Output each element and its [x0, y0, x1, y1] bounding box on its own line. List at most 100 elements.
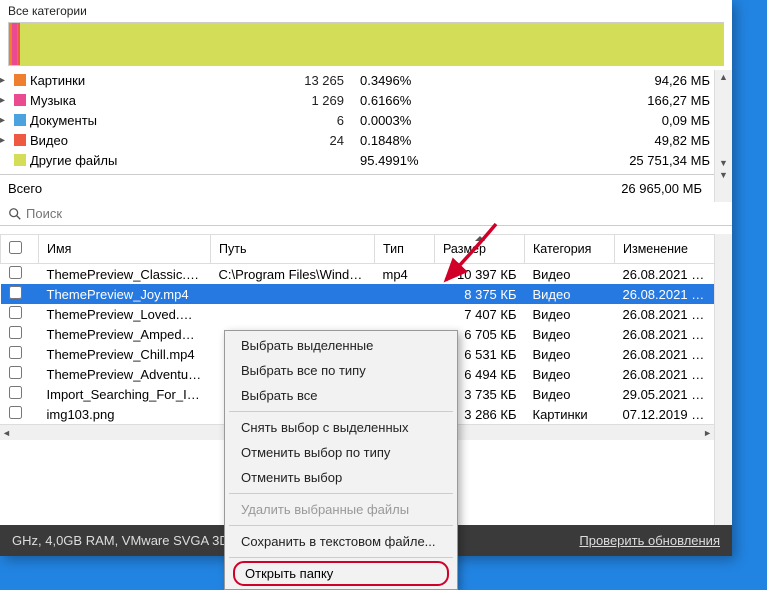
menu-save-txt[interactable]: Сохранить в текстовом файле...: [227, 529, 455, 554]
category-size: 49,82 МБ: [432, 133, 714, 148]
category-count: 6: [274, 113, 344, 128]
cell-category: Видео: [525, 364, 615, 384]
category-list: ▸ Картинки 13 265 0.3496% 94,26 МБ ▸ Музыка 1 2…: [0, 70, 714, 170]
cell-category: Видео: [525, 304, 615, 324]
category-percent: 0.1848%: [348, 133, 428, 148]
category-swatch: [14, 134, 26, 146]
column-header-size[interactable]: Размер: [435, 235, 525, 264]
cell-size: 7 407 КБ: [435, 304, 525, 324]
expand-icon[interactable]: ▸: [0, 115, 10, 126]
scroll-up-icon[interactable]: ▲: [719, 72, 728, 82]
cell-name: ThemePreview_Classic.mp4: [39, 264, 211, 285]
cell-name: ThemePreview_Chill.mp4: [39, 344, 211, 364]
menu-delete-selected: Удалить выбранные файлы: [227, 497, 455, 522]
menu-select-all[interactable]: Выбрать все: [227, 383, 455, 408]
table-row[interactable]: ThemePreview_Classic.mp4C:\Program Files…: [1, 264, 715, 285]
search-input[interactable]: [26, 206, 724, 221]
expand-icon[interactable]: ▸: [0, 75, 10, 86]
row-checkbox[interactable]: [9, 266, 22, 279]
section-title: Все категории: [0, 0, 732, 20]
row-checkbox[interactable]: [9, 406, 22, 419]
column-header-category[interactable]: Категория: [525, 235, 615, 264]
menu-select-highlighted[interactable]: Выбрать выделенные: [227, 333, 455, 358]
category-name: Документы: [30, 113, 270, 128]
cell-category: Видео: [525, 264, 615, 285]
scroll-left-icon[interactable]: ◄: [2, 428, 11, 438]
category-row[interactable]: ▸ Видео 24 0.1848% 49,82 МБ: [0, 130, 714, 150]
menu-separator: [229, 493, 453, 494]
category-size: 94,26 МБ: [432, 73, 714, 88]
cell-path: [211, 284, 375, 304]
menu-separator: [229, 557, 453, 558]
expand-icon[interactable]: ▸: [0, 95, 10, 106]
category-size: 25 751,34 МБ: [432, 153, 714, 168]
category-count: 1 269: [274, 93, 344, 108]
row-checkbox[interactable]: [9, 366, 22, 379]
cell-type: mp4: [375, 264, 435, 285]
cell-path: [211, 304, 375, 324]
cell-path: C:\Program Files\Windows...: [211, 264, 375, 285]
column-header-checkbox[interactable]: [1, 235, 39, 264]
category-swatch: [14, 74, 26, 86]
category-swatch: [14, 154, 26, 166]
row-checkbox[interactable]: [9, 346, 22, 359]
cell-type: [375, 284, 435, 304]
menu-select-by-type[interactable]: Выбрать все по типу: [227, 358, 455, 383]
cell-type: [375, 304, 435, 324]
category-scrollbar[interactable]: ▲ ▼: [714, 70, 732, 170]
menu-deselect-highlighted[interactable]: Снять выбор с выделенных: [227, 415, 455, 440]
column-header-date[interactable]: Изменение: [615, 235, 715, 264]
row-checkbox[interactable]: [9, 326, 22, 339]
select-all-checkbox[interactable]: [9, 241, 22, 254]
menu-deselect-all[interactable]: Отменить выбор: [227, 465, 455, 490]
column-header-path[interactable]: Путь: [211, 235, 375, 264]
row-checkbox[interactable]: [9, 386, 22, 399]
menu-separator: [229, 525, 453, 526]
total-label: Всего: [8, 181, 621, 196]
cell-date: 29.05.2021 10:35:22: [615, 384, 715, 404]
category-name: Видео: [30, 133, 270, 148]
category-size: 166,27 МБ: [432, 93, 714, 108]
category-swatch: [14, 94, 26, 106]
scroll-down-icon[interactable]: ▼: [719, 158, 728, 168]
category-row[interactable]: ▸Документы60.0003%0,09 МБ: [0, 110, 714, 130]
cell-name: ThemePreview_Loved.mp4: [39, 304, 211, 324]
cell-category: Видео: [525, 384, 615, 404]
check-updates-link[interactable]: Проверить обновления: [579, 533, 720, 548]
category-row[interactable]: ▸ Картинки 13 265 0.3496% 94,26 МБ: [0, 70, 714, 90]
cell-size: 10 397 КБ: [435, 264, 525, 285]
table-row[interactable]: ThemePreview_Loved.mp47 407 КБВидео26.08…: [1, 304, 715, 324]
row-checkbox[interactable]: [9, 306, 22, 319]
cell-name: ThemePreview_Joy.mp4: [39, 284, 211, 304]
category-name: Музыка: [30, 93, 270, 108]
category-name: Картинки: [30, 73, 270, 88]
category-percent: 0.3496%: [348, 73, 428, 88]
cell-category: Видео: [525, 344, 615, 364]
category-size: 0,09 МБ: [432, 113, 714, 128]
table-row[interactable]: ThemePreview_Joy.mp48 375 КБВидео26.08.2…: [1, 284, 715, 304]
scroll-down-icon[interactable]: ▼: [714, 170, 732, 202]
cell-name: ThemePreview_Adventure...: [39, 364, 211, 384]
cell-category: Видео: [525, 284, 615, 304]
total-size: 26 965,00 МБ: [621, 181, 706, 196]
vertical-scrollbar[interactable]: [714, 234, 732, 525]
cell-name: ThemePreview_AmpedUp...: [39, 324, 211, 344]
menu-separator: [229, 411, 453, 412]
category-count: 13 265: [274, 73, 344, 88]
menu-deselect-by-type[interactable]: Отменить выбор по типу: [227, 440, 455, 465]
cell-category: Картинки: [525, 404, 615, 424]
category-name: Другие файлы: [30, 153, 270, 168]
cell-category: Видео: [525, 324, 615, 344]
cell-date: 26.08.2021 19:11:39: [615, 364, 715, 384]
column-header-type[interactable]: Тип: [375, 235, 435, 264]
row-checkbox[interactable]: [9, 286, 22, 299]
category-row[interactable]: Другие файлы95.4991%25 751,34 МБ: [0, 150, 714, 170]
category-row[interactable]: ▸Музыка1 2690.6166%166,27 МБ: [0, 90, 714, 110]
cell-date: 07.12.2019 9:08:05: [615, 404, 715, 424]
column-header-name[interactable]: Имя: [39, 235, 211, 264]
scroll-right-icon[interactable]: ►: [703, 428, 712, 438]
expand-icon[interactable]: ▸: [0, 135, 10, 146]
cell-name: Import_Searching_For_Ite...: [39, 384, 211, 404]
category-count: 24: [274, 133, 344, 148]
category-swatch: [14, 114, 26, 126]
